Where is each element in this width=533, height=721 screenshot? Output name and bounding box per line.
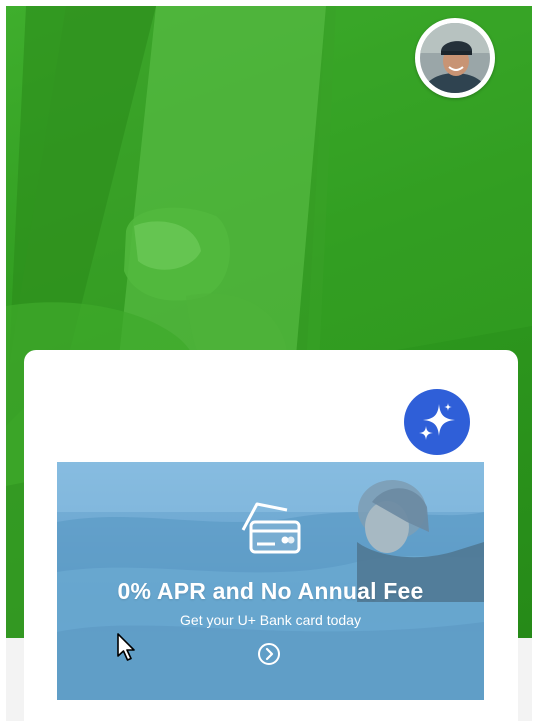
promo-subtitle: Get your U+ Bank card today xyxy=(180,612,361,628)
avatar-photo xyxy=(420,23,490,93)
profile-avatar[interactable] xyxy=(415,18,495,98)
chevron-right-circle-icon xyxy=(258,643,280,665)
assistant-button[interactable] xyxy=(404,389,470,455)
promo-action-button[interactable] xyxy=(257,642,281,666)
sparkle-icon xyxy=(419,403,455,440)
credit-card-icon xyxy=(237,500,305,560)
promo-title: 0% APR and No Annual Fee xyxy=(117,578,424,604)
app-screen: 0% APR and No Annual Fee Get your U+ Ban… xyxy=(0,0,533,721)
mouse-cursor-icon xyxy=(116,632,138,664)
